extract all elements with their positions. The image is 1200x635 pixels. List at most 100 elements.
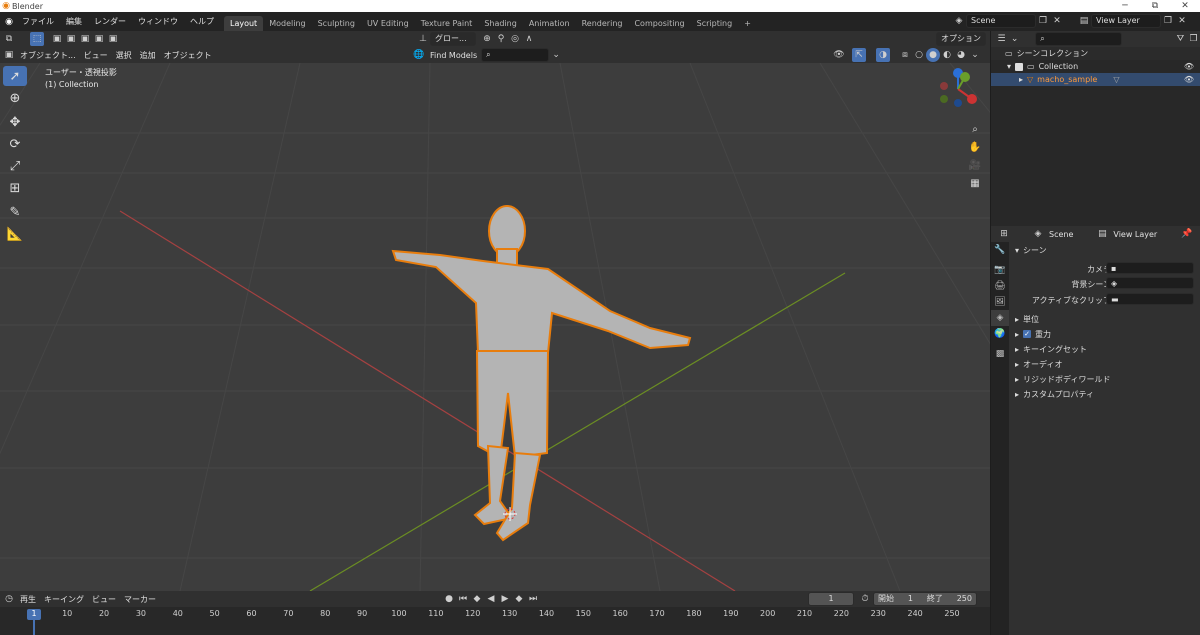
- keying-menu[interactable]: キーイング: [40, 594, 88, 605]
- camera-field[interactable]: ▪: [1106, 262, 1194, 274]
- tab-sculpting[interactable]: Sculpting: [312, 16, 361, 31]
- shading-rendered-icon[interactable]: ◕: [954, 48, 968, 62]
- maximize-button[interactable]: ⧉: [1140, 0, 1170, 12]
- properties-editor-icon[interactable]: ⊞: [997, 227, 1011, 241]
- jump-start-icon[interactable]: ⏮: [456, 592, 470, 606]
- prev-keyframe-icon[interactable]: ◆: [470, 592, 484, 606]
- view-layer-tab-icon[interactable]: 🖼: [991, 294, 1009, 310]
- add-menu[interactable]: 追加: [136, 50, 160, 61]
- preview-range-icon[interactable]: ⏱: [858, 592, 872, 606]
- mode-dropdown[interactable]: オブジェクト...: [16, 50, 80, 61]
- rigid-body-world-panel-header[interactable]: ▸ リジッドボディワールド: [1009, 372, 1110, 386]
- frame-range-field[interactable]: 開始 1 終了 250: [873, 592, 977, 606]
- view-layer-name-field[interactable]: View Layer: [1091, 14, 1161, 28]
- pan-hand-icon[interactable]: ✋: [966, 138, 984, 156]
- output-tab-icon[interactable]: 🖨: [991, 278, 1009, 294]
- new-collection-icon[interactable]: ❐: [1187, 32, 1200, 46]
- playback-menu[interactable]: 再生: [16, 594, 40, 605]
- tab-shading[interactable]: Shading: [478, 16, 523, 31]
- tool-tab-icon[interactable]: 🔧: [991, 242, 1009, 258]
- select-mode-subtract-icon[interactable]: ▣: [78, 32, 92, 46]
- snap-icon[interactable]: ⚲: [494, 32, 508, 46]
- rotate-tool-icon[interactable]: ⟳: [3, 134, 27, 154]
- view-menu[interactable]: ビュー: [88, 594, 120, 605]
- object-visibility-icon[interactable]: 👁: [1184, 75, 1194, 84]
- outliner-row-scene-collection[interactable]: ▭ シーンコレクション: [991, 47, 1200, 60]
- remove-view-layer-icon[interactable]: ✕: [1175, 14, 1189, 28]
- minimize-button[interactable]: ─: [1110, 0, 1140, 12]
- outliner-display-mode-icon[interactable]: ⌄: [1008, 32, 1021, 46]
- scene-name-field[interactable]: Scene: [966, 14, 1036, 28]
- select-mode-invert-icon[interactable]: ▣: [92, 32, 106, 46]
- select-menu[interactable]: 選択: [112, 50, 136, 61]
- record-icon[interactable]: ●: [442, 592, 456, 606]
- marker-menu[interactable]: マーカー: [120, 594, 160, 605]
- shading-solid-icon[interactable]: ●: [926, 48, 940, 62]
- add-workspace-button[interactable]: +: [738, 16, 757, 31]
- 3d-viewport[interactable]: ユーザー・透視投影 (1) Collection ⌕ ✋ 🎥 ▦: [0, 63, 990, 591]
- move-tool-icon[interactable]: ✥: [3, 112, 27, 132]
- play-reverse-icon[interactable]: ◀: [484, 592, 498, 606]
- outliner-row-object[interactable]: ▸ ▽ macho_sample ▽ 👁: [991, 73, 1200, 86]
- active-clip-field[interactable]: ▬: [1106, 293, 1194, 305]
- collection-visibility-icon[interactable]: 👁: [1184, 62, 1194, 71]
- expand-arrow-icon[interactable]: ▾: [1007, 62, 1011, 71]
- audio-panel-header[interactable]: ▸ オーディオ: [1009, 357, 1062, 371]
- overlay-toggle-icon[interactable]: ◑: [876, 48, 890, 62]
- tab-scripting[interactable]: Scripting: [691, 16, 739, 31]
- close-button[interactable]: ✕: [1170, 0, 1200, 12]
- tab-modeling[interactable]: Modeling: [263, 16, 311, 31]
- scene-icon[interactable]: ◈: [952, 14, 966, 28]
- tab-uv-editing[interactable]: UV Editing: [361, 16, 415, 31]
- menu-render[interactable]: レンダー: [88, 12, 132, 31]
- outliner-search-field[interactable]: ⌕: [1035, 32, 1122, 46]
- tab-animation[interactable]: Animation: [523, 16, 576, 31]
- jump-end-icon[interactable]: ⏭: [526, 592, 540, 606]
- zoom-icon[interactable]: ⌕: [966, 120, 984, 138]
- outliner-row-collection[interactable]: ▾ ▭ Collection 👁: [991, 60, 1200, 73]
- menu-edit[interactable]: 編集: [60, 12, 88, 31]
- object-mode-icon[interactable]: ▣: [2, 48, 16, 62]
- pin-icon[interactable]: 📌: [1180, 227, 1194, 241]
- proportional-edit-icon[interactable]: ◎: [508, 32, 522, 46]
- visibility-icon[interactable]: 👁: [832, 48, 846, 62]
- scene-tab-icon[interactable]: ◈: [991, 310, 1009, 326]
- menu-window[interactable]: ウィンドウ: [132, 12, 184, 31]
- gravity-panel-header[interactable]: ▸ ✓ 重力: [1009, 327, 1051, 341]
- tab-layout[interactable]: Layout: [224, 16, 264, 31]
- outliner-editor-icon[interactable]: ☰: [995, 32, 1008, 46]
- find-models-search-field[interactable]: ⌕: [481, 48, 550, 62]
- current-frame-field[interactable]: 1: [808, 592, 854, 606]
- start-value[interactable]: 1: [908, 593, 913, 605]
- filter-icon[interactable]: ⛛: [1174, 32, 1187, 46]
- measure-tool-icon[interactable]: 📐: [3, 224, 27, 244]
- shading-material-icon[interactable]: ◐: [940, 48, 954, 62]
- scale-tool-icon[interactable]: ⤢: [3, 156, 27, 176]
- xray-toggle-icon[interactable]: ⧈: [898, 48, 912, 62]
- background-scene-field[interactable]: ◈: [1106, 277, 1194, 289]
- transform-tool-icon[interactable]: ⊞: [3, 178, 27, 198]
- copy-view-layer-icon[interactable]: ❐: [1161, 14, 1175, 28]
- select-mode-new-icon[interactable]: ▣: [50, 32, 64, 46]
- editor-type-icon[interactable]: ⧉: [2, 32, 16, 46]
- next-keyframe-icon[interactable]: ◆: [512, 592, 526, 606]
- units-panel-header[interactable]: ▸ 単位: [1009, 312, 1039, 326]
- gizmo-toggle-icon[interactable]: ⇱: [852, 48, 866, 62]
- menu-help[interactable]: ヘルプ: [184, 12, 220, 31]
- tab-compositing[interactable]: Compositing: [628, 16, 690, 31]
- custom-properties-panel-header[interactable]: ▸ カスタムプロパティ: [1009, 387, 1094, 401]
- tab-rendering[interactable]: Rendering: [576, 16, 629, 31]
- find-models-dropdown-icon[interactable]: ⌄: [549, 48, 563, 62]
- select-mode-intersect-icon[interactable]: ▣: [106, 32, 120, 46]
- texture-tab-icon[interactable]: ▩: [991, 346, 1009, 362]
- view-layer-icon[interactable]: ▤: [1077, 14, 1091, 28]
- end-value[interactable]: 250: [957, 593, 972, 605]
- cursor-tool-icon[interactable]: ⊕: [3, 88, 27, 108]
- menu-file[interactable]: ファイル: [16, 12, 60, 31]
- tab-texture-paint[interactable]: Texture Paint: [415, 16, 479, 31]
- keying-sets-panel-header[interactable]: ▸ キーイングセット: [1009, 342, 1087, 356]
- scene-section-header[interactable]: ▾ シーン: [1009, 243, 1047, 257]
- shading-wireframe-icon[interactable]: ○: [912, 48, 926, 62]
- remove-scene-icon[interactable]: ✕: [1050, 14, 1064, 28]
- select-box-icon[interactable]: ⬚: [30, 32, 44, 46]
